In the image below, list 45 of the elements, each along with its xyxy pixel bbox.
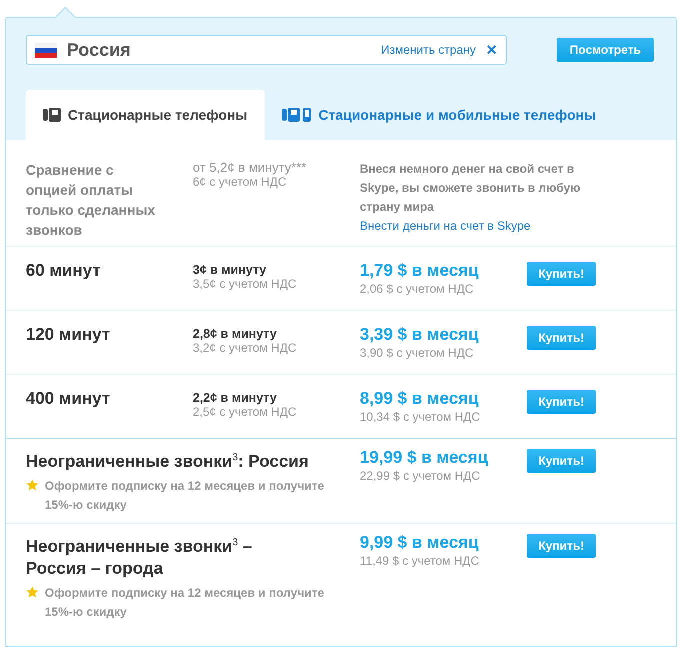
buy-button[interactable]: Купить! bbox=[527, 262, 596, 286]
phone-icon bbox=[43, 108, 61, 122]
rate-with-vat: 6¢ с учетом НДС bbox=[193, 175, 288, 189]
buy-button[interactable]: Купить! bbox=[527, 390, 596, 414]
rate-with-vat: 3,5¢ с учетом НДС bbox=[193, 277, 298, 291]
view-button[interactable]: Посмотреть bbox=[557, 38, 654, 62]
phones-icon bbox=[282, 108, 312, 122]
price: 8,99 $ в месяц bbox=[360, 388, 480, 410]
price: 3,39 $ в месяц bbox=[360, 324, 480, 346]
payg-rate: от 5,2¢ в минуту*** bbox=[193, 160, 308, 175]
price-with-vat: 2,06 $ с учетом НДС bbox=[360, 282, 475, 296]
add-credit-link[interactable]: Внести деньги на счет в Skype bbox=[360, 217, 607, 236]
credit-note: Внеся немного денег на свой счет в Skype, вы сможете звонить в любую страну мира bbox=[360, 161, 582, 216]
price-with-vat: 3,90 $ с учетом НДС bbox=[360, 346, 475, 360]
price-with-vat: 22,99 $ с учетом НДС bbox=[360, 469, 482, 483]
buy-button[interactable]: Купить! bbox=[527, 326, 596, 350]
tab[interactable]: Стационарные телефоны bbox=[26, 90, 265, 140]
comparison-label: Сравнение с опцией оплаты только сделанных звонков bbox=[26, 161, 156, 240]
discount-note: Оформите подписку на 12 месяцев и получите 15%-ю скидку bbox=[45, 584, 326, 621]
price-with-vat: 10,34 $ с учетом НДС bbox=[360, 410, 482, 424]
rate-with-vat: 3,2¢ с учетом НДС bbox=[193, 341, 298, 355]
buy-button[interactable]: Купить! bbox=[527, 449, 596, 473]
change-country-link[interactable]: Изменить страну bbox=[381, 43, 476, 57]
plan-name: Неограниченные звонки$^{3}$: Россия bbox=[26, 450, 310, 473]
price: 19,99 $ в месяц bbox=[360, 447, 490, 469]
star-icon bbox=[26, 586, 39, 599]
rate-with-vat: 2,5¢ с учетом НДС bbox=[193, 405, 298, 419]
plan-name: 400 минут bbox=[26, 388, 112, 410]
plan-name: Неограниченные звонки$^{3}$ – Россия – города bbox=[26, 536, 254, 580]
country-field[interactable]: Россия Изменить страну ✕ bbox=[26, 35, 507, 65]
tab[interactable]: Стационарные и мобильные телефоны bbox=[264, 90, 614, 140]
plan-name: 60 минут bbox=[26, 260, 102, 282]
minute-rate: 2,2¢ в минуту bbox=[193, 390, 278, 405]
star-icon bbox=[26, 478, 39, 492]
discount-note: Оформите подписку на 12 месяцев и получите 15%-ю скидку bbox=[45, 478, 326, 514]
minute-rate: 3¢ в минуту bbox=[193, 262, 268, 277]
minute-rate: 2,8¢ в минуту bbox=[193, 326, 278, 341]
price: 9,99 $ в месяц bbox=[360, 532, 480, 554]
buy-button[interactable]: Купить! bbox=[527, 534, 596, 558]
close-icon[interactable]: ✕ bbox=[486, 42, 498, 58]
price-with-vat: 11,49 $ с учетом НДС bbox=[360, 554, 480, 568]
plan-name: 120 минут bbox=[26, 324, 112, 346]
price: 1,79 $ в месяц bbox=[360, 260, 480, 282]
country-name: Россия bbox=[67, 40, 132, 60]
flag-icon bbox=[35, 42, 57, 58]
